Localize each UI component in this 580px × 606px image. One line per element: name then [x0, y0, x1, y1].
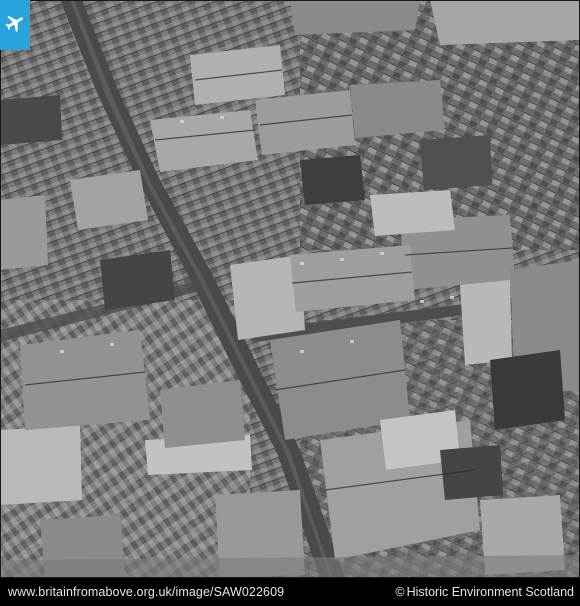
credit-text: Historic Environment Scotland [406, 585, 574, 599]
airplane-icon [4, 12, 26, 39]
image-url[interactable]: www.britainfromabove.org.uk/image/SAW022… [8, 585, 284, 599]
credit-line: © Historic Environment Scotland [395, 585, 574, 599]
copyright-symbol: © [395, 585, 405, 599]
image-frame: www.britainfromabove.org.uk/image/SAW022… [0, 0, 580, 606]
aerial-photo [0, 0, 580, 578]
image-footer: www.britainfromabove.org.uk/image/SAW022… [0, 578, 580, 606]
logo-badge[interactable] [0, 0, 30, 50]
